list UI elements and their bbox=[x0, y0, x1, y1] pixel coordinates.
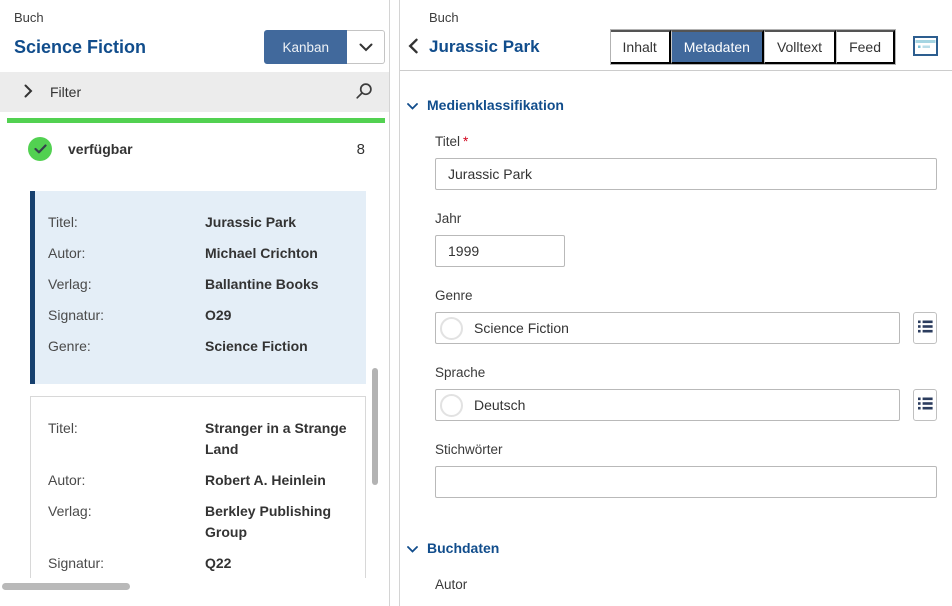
panel-divider-gap bbox=[390, 0, 399, 606]
card-field-row: Signatur: Q22 bbox=[48, 548, 351, 579]
status-count: 8 bbox=[357, 141, 365, 158]
detail-panel: Buch Jurassic Park Inhalt Metadaten Voll… bbox=[399, 0, 952, 606]
kanban-column-header[interactable]: verfügbar 8 bbox=[0, 123, 389, 187]
collection-title: Science Fiction bbox=[14, 37, 264, 58]
field-label: Titel: bbox=[48, 212, 205, 233]
list-icon bbox=[918, 397, 933, 413]
field-value: Michael Crichton bbox=[205, 243, 318, 264]
sprache-reference-field[interactable]: Deutsch bbox=[435, 389, 900, 421]
card-field-row: Verlag: Berkley Publishing Group bbox=[48, 496, 351, 548]
view-switcher-button[interactable] bbox=[913, 36, 938, 59]
sprache-picker-button[interactable] bbox=[913, 389, 937, 421]
field-value: Stranger in a Strange Land bbox=[205, 418, 351, 460]
field-label: Verlag: bbox=[48, 274, 205, 295]
field-label: Signatur: bbox=[48, 305, 205, 326]
genre-field-label: Genre bbox=[435, 288, 937, 303]
field-label: Autor: bbox=[48, 470, 205, 491]
chevron-down-icon bbox=[407, 97, 418, 113]
tab-volltext[interactable]: Volltext bbox=[764, 30, 836, 64]
sprache-value: Deutsch bbox=[474, 397, 525, 413]
metadata-form: Medienklassifikation Titel* Jahr Genre S… bbox=[400, 71, 952, 606]
card-field-row: Genre: Science Fiction bbox=[48, 331, 352, 362]
card-field-row: Titel: Jurassic Park bbox=[48, 207, 352, 238]
chevron-left-icon bbox=[408, 38, 418, 57]
view-kanban-button[interactable]: Kanban bbox=[264, 30, 347, 64]
view-dropdown-button[interactable] bbox=[347, 30, 385, 64]
stichwoerter-field-label: Stichwörter bbox=[435, 442, 937, 457]
section-buchdaten-toggle[interactable]: Buchdaten bbox=[407, 540, 937, 556]
titel-field-label: Titel* bbox=[435, 134, 937, 149]
section-title: Medienklassifikation bbox=[427, 97, 564, 113]
field-value: Q22 bbox=[205, 553, 231, 574]
card-field-row: Signatur: O29 bbox=[48, 300, 352, 331]
section-medienklassifikation-toggle[interactable]: Medienklassifikation bbox=[407, 97, 937, 113]
sprache-field-label: Sprache bbox=[435, 365, 937, 380]
card-jurassic-park[interactable]: Titel: Jurassic Park Autor: Michael Cric… bbox=[30, 191, 366, 384]
titel-input[interactable] bbox=[435, 158, 937, 190]
magnifier-icon[interactable] bbox=[355, 82, 373, 103]
section-title: Buchdaten bbox=[427, 540, 499, 556]
field-label: Genre: bbox=[48, 336, 205, 357]
detail-tabs: Inhalt Metadaten Volltext Feed bbox=[610, 29, 896, 65]
field-label: Verlag: bbox=[48, 501, 205, 543]
detail-header: Buch Jurassic Park Inhalt Metadaten Voll… bbox=[400, 0, 952, 71]
field-value: Berkley Publishing Group bbox=[205, 501, 351, 543]
list-icon bbox=[918, 320, 933, 336]
record-type-label: Buch bbox=[14, 10, 385, 25]
jahr-field-label: Jahr bbox=[435, 211, 937, 226]
chevron-right-icon bbox=[24, 84, 33, 101]
kanban-column: verfügbar 8 Titel: Jurassic Park Autor: … bbox=[0, 123, 389, 606]
field-value: Ballantine Books bbox=[205, 274, 319, 295]
field-label: Titel: bbox=[48, 418, 205, 460]
field-label: Autor: bbox=[48, 243, 205, 264]
back-button[interactable] bbox=[408, 38, 429, 57]
tab-metadaten[interactable]: Metadaten bbox=[671, 30, 764, 64]
horizontal-scrollbar-thumb[interactable] bbox=[2, 583, 130, 590]
filter-label: Filter bbox=[50, 84, 355, 100]
horizontal-scrollbar-track bbox=[0, 578, 389, 606]
card-stranger-in-a-strange-land[interactable]: Titel: Stranger in a Strange Land Autor:… bbox=[30, 396, 366, 596]
tab-feed[interactable]: Feed bbox=[836, 30, 895, 64]
avatar-placeholder-icon bbox=[440, 317, 463, 340]
filter-bar[interactable]: Filter bbox=[0, 72, 389, 112]
table-layout-icon bbox=[913, 36, 938, 59]
field-value: O29 bbox=[205, 305, 231, 326]
card-list: Titel: Jurassic Park Autor: Michael Cric… bbox=[0, 187, 389, 596]
record-title: Jurassic Park bbox=[429, 37, 610, 57]
card-field-row: Autor: Michael Crichton bbox=[48, 238, 352, 269]
avatar-placeholder-icon bbox=[440, 394, 463, 417]
vertical-scrollbar-thumb[interactable] bbox=[372, 368, 378, 485]
stichwoerter-input[interactable] bbox=[435, 466, 937, 498]
chevron-down-icon bbox=[359, 40, 373, 55]
field-value: Jurassic Park bbox=[205, 212, 296, 233]
field-value: Robert A. Heinlein bbox=[205, 470, 326, 491]
card-field-row: Verlag: Ballantine Books bbox=[48, 269, 352, 300]
chevron-down-icon bbox=[407, 540, 418, 556]
tab-inhalt[interactable]: Inhalt bbox=[611, 30, 671, 64]
genre-value: Science Fiction bbox=[474, 320, 569, 336]
card-field-row: Titel: Stranger in a Strange Land bbox=[48, 413, 351, 465]
record-type-label: Buch bbox=[429, 10, 938, 25]
jahr-input[interactable] bbox=[435, 235, 565, 267]
kanban-panel: Buch Science Fiction Kanban Filter bbox=[0, 0, 390, 606]
app: Buch Science Fiction Kanban Filter bbox=[0, 0, 952, 606]
card-field-row: Autor: Robert A. Heinlein bbox=[48, 465, 351, 496]
field-label: Signatur: bbox=[48, 553, 205, 574]
kanban-panel-header: Buch Science Fiction Kanban bbox=[0, 0, 389, 64]
required-marker: * bbox=[463, 134, 468, 149]
check-circle-icon bbox=[28, 137, 52, 161]
autor-field-label: Autor bbox=[435, 577, 937, 592]
status-label: verfügbar bbox=[68, 141, 357, 157]
genre-picker-button[interactable] bbox=[913, 312, 937, 344]
field-value: Science Fiction bbox=[205, 336, 308, 357]
genre-reference-field[interactable]: Science Fiction bbox=[435, 312, 900, 344]
